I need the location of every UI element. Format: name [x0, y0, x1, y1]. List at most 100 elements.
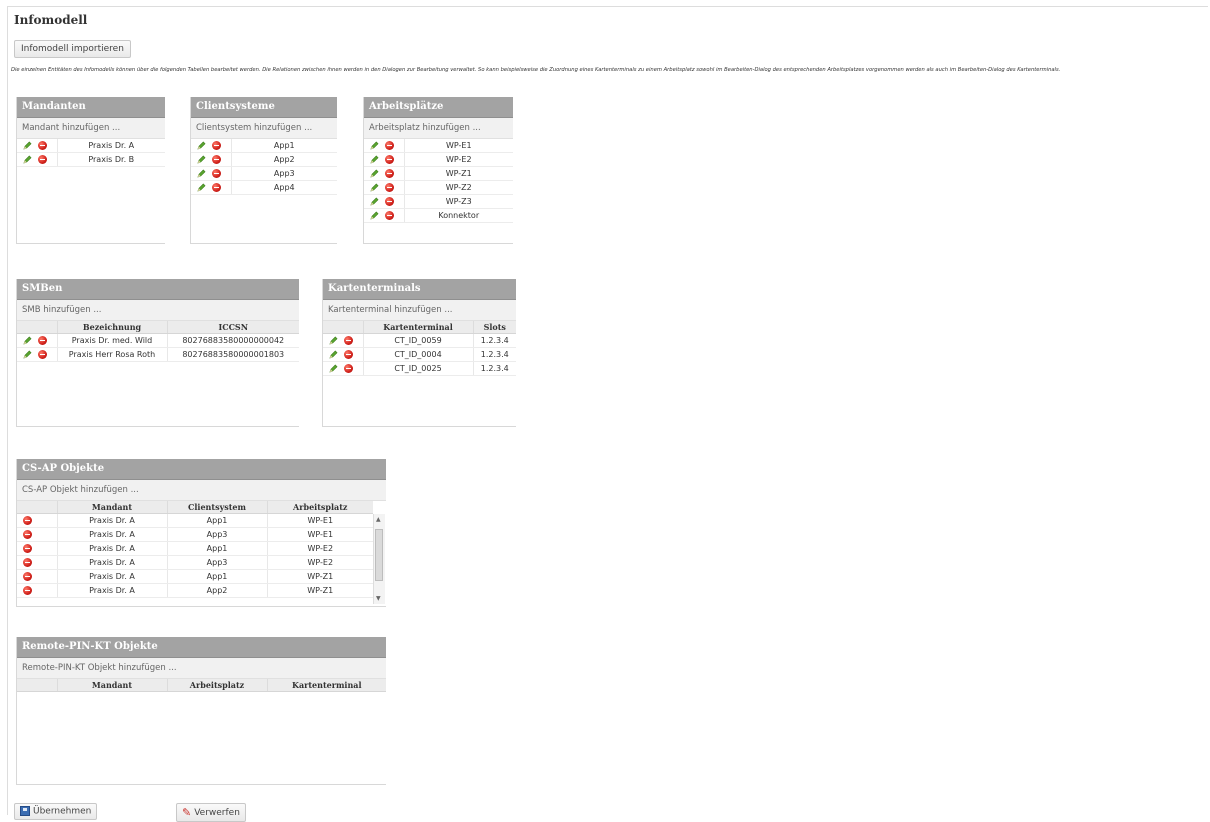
pencil-icon[interactable] [197, 141, 206, 150]
pencil-icon[interactable] [197, 169, 206, 178]
column-header[interactable]: ICCSN [166, 321, 299, 334]
page-description: Die einzelnen Entitäten des Infomodells … [11, 67, 1061, 73]
row-actions [364, 180, 404, 195]
apply-button[interactable]: Übernehmen [14, 803, 98, 820]
discard-icon: ✎ [182, 806, 192, 819]
column-header[interactable]: Slots [472, 321, 516, 334]
delete-icon[interactable] [385, 211, 394, 220]
table-row[interactable]: App2 [191, 152, 337, 167]
pencil-icon[interactable] [197, 183, 206, 192]
column-header[interactable]: Kartenterminal [266, 679, 386, 692]
delete-icon[interactable] [385, 141, 394, 150]
table-row[interactable]: App3 [191, 166, 337, 181]
column-header[interactable]: Arbeitsplatz [166, 679, 267, 692]
csap-scrollbar[interactable]: ▲ ▼ [373, 514, 385, 604]
column-header[interactable]: Bezeichnung [56, 321, 167, 334]
smb-add-link[interactable]: SMB hinzufügen ... [17, 300, 299, 321]
scroll-down-arrow[interactable]: ▼ [376, 595, 381, 602]
delete-icon[interactable] [344, 364, 353, 373]
delete-icon[interactable] [212, 155, 221, 164]
table-row[interactable]: Praxis Dr. A App1 WP-Z1 [17, 569, 373, 584]
table-row[interactable]: WP-Z3 [364, 194, 513, 209]
pencil-icon[interactable] [370, 141, 379, 150]
mandant-add-link[interactable]: Mandant hinzufügen ... [17, 118, 165, 139]
delete-icon[interactable] [38, 350, 47, 359]
table-row[interactable]: WP-Z2 [364, 180, 513, 195]
pencil-icon[interactable] [370, 155, 379, 164]
row-actions [364, 166, 404, 181]
table-row[interactable]: Konnektor [364, 208, 513, 223]
save-icon [20, 806, 30, 816]
delete-icon[interactable] [23, 516, 32, 525]
table-row[interactable]: Praxis Dr. A App3 WP-E2 [17, 555, 373, 570]
row-actions [191, 152, 231, 167]
table-row[interactable]: Praxis Dr. med. Wild 80276883580000000042 [17, 333, 299, 348]
table-row[interactable]: Praxis Dr. B [17, 152, 165, 167]
delete-icon[interactable] [23, 530, 32, 539]
pencil-icon[interactable] [329, 350, 338, 359]
pencil-icon[interactable] [329, 364, 338, 373]
delete-icon[interactable] [344, 336, 353, 345]
mandanten-table: Praxis Dr. A Praxis Dr. B [17, 139, 165, 167]
pencil-icon[interactable] [23, 141, 32, 150]
table-cell: WP-E2 [266, 541, 373, 556]
column-header[interactable]: Clientsystem [166, 501, 267, 514]
clientsystem-add-link[interactable]: Clientsystem hinzufügen ... [191, 118, 337, 139]
table-row[interactable]: Praxis Herr Rosa Roth 8027688358000000180… [17, 347, 299, 362]
delete-icon[interactable] [23, 572, 32, 581]
delete-icon[interactable] [23, 558, 32, 567]
table-cell: WP-Z3 [403, 194, 513, 209]
column-header[interactable]: Kartenterminal [362, 321, 473, 334]
kartenterminal-add-link[interactable]: Kartenterminal hinzufügen ... [323, 300, 516, 321]
pencil-icon[interactable] [23, 336, 32, 345]
delete-icon[interactable] [385, 183, 394, 192]
table-row[interactable]: Praxis Dr. A App3 WP-E1 [17, 527, 373, 542]
delete-icon[interactable] [385, 197, 394, 206]
pencil-icon[interactable] [23, 350, 32, 359]
table-row[interactable]: App1 [191, 139, 337, 153]
discard-button[interactable]: ✎ Verwerfen [176, 803, 246, 822]
delete-icon[interactable] [38, 141, 47, 150]
delete-icon[interactable] [212, 141, 221, 150]
delete-icon[interactable] [385, 155, 394, 164]
scroll-thumb[interactable] [375, 529, 383, 581]
table-row[interactable]: CT_ID_0059 1.2.3.4 [323, 333, 516, 348]
table-row[interactable]: WP-E1 [364, 139, 513, 153]
scroll-up-arrow[interactable]: ▲ [376, 516, 381, 523]
table-row[interactable]: Praxis Dr. A App1 WP-E1 [17, 513, 373, 528]
csap-add-link[interactable]: CS-AP Objekt hinzufügen ... [17, 480, 386, 501]
delete-icon[interactable] [344, 350, 353, 359]
remotepin-add-link[interactable]: Remote-PIN-KT Objekt hinzufügen ... [17, 658, 386, 679]
pencil-icon[interactable] [23, 155, 32, 164]
pencil-icon[interactable] [370, 169, 379, 178]
delete-icon[interactable] [23, 586, 32, 595]
column-header[interactable]: Mandant [56, 679, 167, 692]
pencil-icon[interactable] [370, 197, 379, 206]
csap-table: Mandant Clientsystem Arbeitsplatz Praxis… [17, 501, 373, 598]
delete-icon[interactable] [385, 169, 394, 178]
table-row[interactable]: Praxis Dr. A App1 WP-E2 [17, 541, 373, 556]
pencil-icon[interactable] [370, 183, 379, 192]
table-row[interactable]: CT_ID_0004 1.2.3.4 [323, 347, 516, 362]
pencil-icon[interactable] [329, 336, 338, 345]
table-row[interactable]: WP-Z1 [364, 166, 513, 181]
delete-icon[interactable] [23, 544, 32, 553]
delete-icon[interactable] [38, 336, 47, 345]
table-row[interactable]: Praxis Dr. A [17, 139, 165, 153]
column-header[interactable]: Mandant [56, 501, 167, 514]
column-header[interactable]: Arbeitsplatz [266, 501, 373, 514]
table-row[interactable]: App4 [191, 180, 337, 195]
table-row[interactable]: CT_ID_0025 1.2.3.4 [323, 361, 516, 376]
csap-panel: CS-AP Objekte CS-AP Objekt hinzufügen ..… [16, 459, 386, 607]
table-cell: Praxis Dr. A [56, 513, 167, 528]
pencil-icon[interactable] [370, 211, 379, 220]
import-button[interactable]: Infomodell importieren [14, 40, 131, 58]
delete-icon[interactable] [38, 155, 47, 164]
delete-icon[interactable] [212, 169, 221, 178]
row-actions [323, 361, 363, 376]
pencil-icon[interactable] [197, 155, 206, 164]
delete-icon[interactable] [212, 183, 221, 192]
arbeitsplatz-add-link[interactable]: Arbeitsplatz hinzufügen ... [364, 118, 513, 139]
table-row[interactable]: Praxis Dr. A App2 WP-Z1 [17, 583, 373, 598]
table-row[interactable]: WP-E2 [364, 152, 513, 167]
